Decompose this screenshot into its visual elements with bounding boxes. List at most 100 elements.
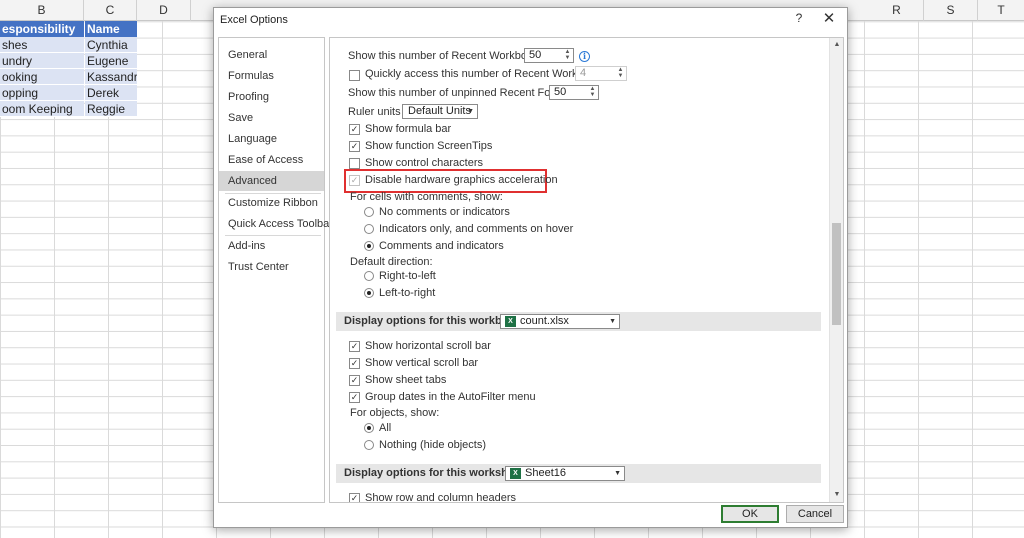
comments-and-indicators-radio[interactable] (364, 241, 374, 251)
info-icon[interactable]: i (579, 51, 590, 62)
show-control-characters-label: Show control characters (365, 157, 483, 169)
cancel-button[interactable]: Cancel (786, 505, 844, 523)
quick-access-spinner: 4 ▲ ▼ (575, 66, 627, 81)
group-dates-checkbox[interactable]: ✓ (349, 392, 360, 403)
nav-item-general[interactable]: General (219, 45, 324, 65)
right-to-left-radio[interactable] (364, 271, 374, 281)
cell-header-responsibility[interactable]: esponsibility (0, 21, 84, 37)
show-formula-bar-label: Show formula bar (365, 123, 452, 135)
worksheet-value: Sheet16 (525, 467, 566, 479)
nav-item-save[interactable]: Save (219, 108, 324, 128)
workbook-dropdown[interactable]: X count.xlsx ▼ (500, 314, 620, 329)
show-vertical-scroll-checkbox[interactable]: ✓ (349, 358, 360, 369)
nav-item-add-ins[interactable]: Add-ins (219, 236, 324, 256)
disable-hw-accel-label: Disable hardware graphics acceleration (365, 174, 558, 186)
nav-item-quick-access-toolbar[interactable]: Quick Access Toolbar (219, 214, 333, 234)
objects-all-label: All (379, 422, 392, 434)
nav-item-proofing[interactable]: Proofing (219, 87, 324, 107)
ruler-units-dropdown[interactable]: Default Units ▼ (402, 104, 478, 119)
cell-name[interactable]: Cynthia (85, 37, 137, 53)
cell-responsibility[interactable]: oom Keeping (0, 101, 84, 117)
show-control-characters-checkbox[interactable] (349, 158, 360, 169)
workbook-section-title: Display options for this workbook: (344, 315, 525, 327)
recent-workbooks-label: Show this number of Recent Workbooks: (348, 50, 548, 62)
nav-item-ease-of-access[interactable]: Ease of Access (219, 150, 324, 170)
column-header-b[interactable]: B (0, 0, 84, 21)
worksheet-section-title: Display options for this worksheet: (344, 467, 528, 479)
show-horizontal-scroll-checkbox[interactable]: ✓ (349, 341, 360, 352)
nav-item-trust-center[interactable]: Trust Center (219, 257, 324, 277)
recent-workbooks-value: 50 (529, 49, 542, 61)
column-header-d[interactable]: D (137, 0, 191, 21)
cell-responsibility[interactable]: shes (0, 37, 84, 53)
scroll-up-icon[interactable]: ▲ (832, 40, 842, 50)
chevron-down-icon: ▼ (467, 108, 474, 115)
nav-item-language[interactable]: Language (219, 129, 324, 149)
ruler-units-label: Ruler units (348, 106, 401, 118)
close-icon[interactable]: ✕ (820, 10, 838, 28)
excel-sheet-icon: X (510, 468, 521, 479)
options-content-panel: Show this number of Recent Workbooks: 50… (329, 37, 844, 503)
show-sheet-tabs-label: Show sheet tabs (365, 374, 447, 386)
indicators-only-radio[interactable] (364, 224, 374, 234)
excel-options-dialog: Excel Options ? ✕ General Formulas Proof… (213, 7, 848, 528)
ruler-units-value: Default Units (408, 105, 471, 117)
cell-header-name[interactable]: Name (85, 21, 137, 37)
column-header-c[interactable]: C (84, 0, 137, 21)
quick-access-checkbox[interactable] (349, 70, 360, 81)
right-to-left-label: Right-to-left (379, 270, 436, 282)
unpinned-folders-label: Show this number of unpinned Recent Fold… (348, 87, 578, 99)
worksheet-dropdown[interactable]: X Sheet16 ▼ (505, 466, 625, 481)
options-nav: General Formulas Proofing Save Language … (218, 37, 333, 503)
no-comments-label: No comments or indicators (379, 206, 510, 218)
cell-responsibility[interactable]: ooking (0, 69, 84, 85)
spinner-arrows-icon: ▲ ▼ (617, 67, 624, 79)
excel-file-icon: X (505, 316, 516, 327)
cell-name[interactable]: Reggie (85, 101, 137, 117)
quick-access-value: 4 (580, 67, 587, 79)
chevron-down-icon: ▼ (614, 470, 621, 477)
unpinned-folders-spinner[interactable]: 50 ▲ ▼ (549, 85, 599, 100)
column-header-r[interactable]: R (870, 0, 924, 21)
cell-name[interactable]: Eugene (85, 53, 137, 69)
ok-button[interactable]: OK (721, 505, 779, 523)
group-dates-label: Group dates in the AutoFilter menu (365, 391, 536, 403)
dialog-title: Excel Options (220, 14, 288, 26)
cell-responsibility[interactable]: undry (0, 53, 84, 69)
scrollbar-thumb[interactable] (832, 223, 841, 325)
nav-item-customize-ribbon[interactable]: Customize Ribbon (219, 193, 324, 213)
show-horizontal-scroll-label: Show horizontal scroll bar (365, 340, 491, 352)
show-formula-bar-checkbox[interactable]: ✓ (349, 124, 360, 135)
chevron-down-icon: ▼ (609, 318, 616, 325)
recent-workbooks-spinner[interactable]: 50 ▲ ▼ (524, 48, 574, 63)
show-function-screentips-label: Show function ScreenTips (365, 140, 493, 152)
spinner-arrows-icon[interactable]: ▲ ▼ (563, 49, 572, 62)
cell-responsibility[interactable]: opping (0, 85, 84, 101)
left-to-right-radio[interactable] (364, 288, 374, 298)
content-scrollbar[interactable]: ▲ ▼ (829, 38, 843, 502)
indicators-only-label: Indicators only, and comments on hover (379, 223, 574, 235)
show-row-col-headers-label: Show row and column headers (365, 492, 517, 503)
objects-nothing-radio[interactable] (364, 440, 374, 450)
nav-item-advanced[interactable]: Advanced (219, 171, 324, 191)
show-row-col-headers-checkbox[interactable]: ✓ (349, 493, 360, 502)
column-header-t[interactable]: T (978, 0, 1024, 21)
show-vertical-scroll-label: Show vertical scroll bar (365, 357, 479, 369)
show-sheet-tabs-checkbox[interactable]: ✓ (349, 375, 360, 386)
nav-item-formulas[interactable]: Formulas (219, 66, 324, 86)
no-comments-radio[interactable] (364, 207, 374, 217)
show-function-screentips-checkbox[interactable]: ✓ (349, 141, 360, 152)
comments-and-indicators-label: Comments and indicators (379, 240, 504, 252)
help-icon[interactable]: ? (792, 11, 806, 27)
scroll-down-icon[interactable]: ▼ (832, 490, 842, 500)
unpinned-folders-value: 50 (554, 86, 567, 98)
cell-name[interactable]: Derek (85, 85, 137, 101)
cell-name[interactable]: Kassandra (85, 69, 137, 85)
default-direction-label: Default direction: (350, 256, 433, 268)
spinner-arrows-icon[interactable]: ▲ ▼ (588, 86, 597, 99)
column-header-s[interactable]: S (924, 0, 978, 21)
workbook-value: count.xlsx (520, 315, 569, 327)
objects-label: For objects, show: (350, 407, 440, 419)
objects-all-radio[interactable] (364, 423, 374, 433)
disable-hw-accel-checkbox[interactable]: ✓ (349, 175, 360, 186)
